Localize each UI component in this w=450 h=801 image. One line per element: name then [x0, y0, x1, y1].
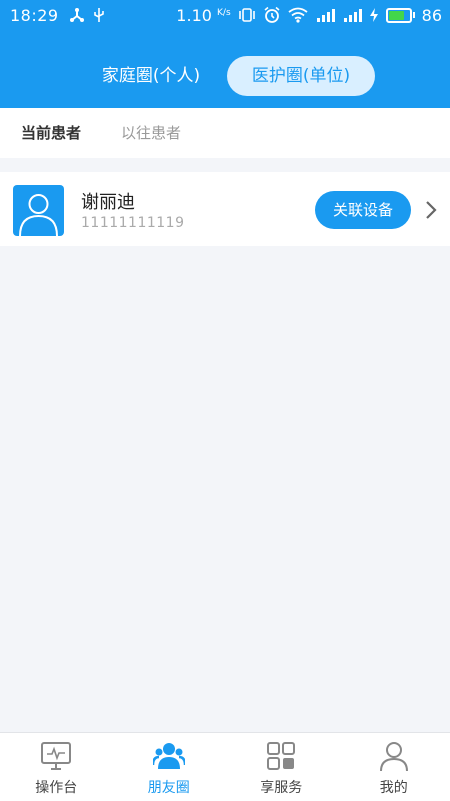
avatar — [13, 185, 64, 236]
nav-label-friends: 朋友圈 — [148, 777, 190, 797]
nav-label-mine: 我的 — [380, 777, 408, 797]
patient-tabs: 当前患者 以往患者 — [0, 108, 450, 158]
battery-icon — [386, 8, 415, 23]
signal-4g-icon — [315, 7, 335, 23]
status-time: 18:29 — [10, 6, 59, 25]
signal-icon — [342, 7, 362, 23]
circle-switch-header: 家庭圈(个人) 医护圈(单位) — [0, 30, 450, 108]
nav-item-console[interactable]: 操作台 — [0, 733, 113, 801]
bottom-nav: 操作台 朋友圈 享服务 我的 — [0, 732, 450, 801]
nav-label-console: 操作台 — [35, 777, 77, 797]
usb-tether-icon — [69, 7, 85, 23]
vibrate-icon — [238, 7, 256, 23]
battery-percent: 86 — [422, 6, 442, 25]
tab-current-patients[interactable]: 当前患者 — [21, 108, 81, 158]
status-bar: 18:29 1.10 K/s 86 — [0, 0, 450, 30]
usb-icon — [93, 7, 105, 23]
grid-icon — [264, 739, 298, 773]
network-speed: 1.10 K/s — [176, 6, 230, 25]
user-avatar-icon — [13, 185, 64, 236]
tab-past-patients[interactable]: 以往患者 — [121, 108, 181, 158]
nav-label-services: 享服务 — [260, 777, 302, 797]
patient-phone: 11111111119 — [81, 215, 184, 231]
segment-medical-circle[interactable]: 医护圈(单位) — [227, 56, 375, 96]
patient-name: 谢丽迪 — [81, 188, 135, 214]
friends-icon — [152, 739, 186, 773]
nav-item-mine[interactable]: 我的 — [338, 733, 450, 801]
wifi-icon — [288, 7, 308, 23]
nav-item-friends[interactable]: 朋友圈 — [113, 733, 226, 801]
alarm-icon — [263, 6, 281, 24]
segment-family-circle[interactable]: 家庭圈(个人) — [90, 56, 212, 96]
patient-list-item[interactable]: 谢丽迪 11111111119 关联设备 — [0, 172, 450, 246]
monitor-icon — [39, 739, 73, 773]
nav-item-services[interactable]: 享服务 — [225, 733, 338, 801]
charging-icon — [369, 7, 379, 23]
person-icon — [377, 739, 411, 773]
link-device-button[interactable]: 关联设备 — [315, 191, 411, 229]
chevron-right-icon[interactable] — [421, 198, 441, 222]
